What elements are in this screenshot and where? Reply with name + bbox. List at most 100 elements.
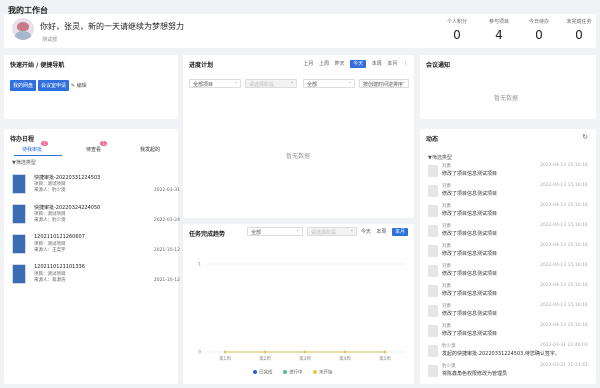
activity-user: 刘勇 [442, 184, 451, 189]
activity-title: 动态 [426, 136, 439, 143]
sort-select[interactable]: 按创建时间逆排序 [359, 79, 409, 88]
activity-item[interactable]: 刘勇修改了项目信息测试项目 2022-04-13 15:16:16 [428, 223, 588, 243]
item-title: 1202110121101336 [34, 264, 85, 270]
activity-item[interactable]: 刘勇修改了项目信息测试项目 2022-04-13 15:16:16 [428, 183, 588, 203]
stat-today-todo[interactable]: 今日待办 0 [518, 18, 560, 42]
period-today[interactable]: 今天 [361, 229, 371, 235]
legend-label: 已完成 [259, 369, 273, 376]
tab-initiated[interactable]: 我发起的 [140, 146, 160, 153]
stat-points[interactable]: 个人积分 0 [436, 18, 478, 42]
edit-button[interactable]: ✎ 编辑 [71, 83, 87, 89]
legend-marker [283, 370, 287, 374]
series-point [343, 350, 347, 354]
item-source: 来源人：王奕宇 [34, 248, 66, 253]
x-tick-label: 第2周 [259, 355, 271, 362]
period-last-month[interactable]: 上月 [303, 61, 313, 67]
tab-to-view[interactable]: 待查看 1 [86, 141, 108, 153]
period-last-week[interactable]: 上周 [319, 61, 329, 67]
avatar[interactable] [12, 18, 34, 40]
item-title: 快捷审批-20220331224503 [34, 175, 101, 181]
activity-item[interactable]: 刘勇 修改了项目信息测试项目 2022-04-13 15:16:16 [428, 323, 588, 343]
period-this-week[interactable]: 本周 [372, 61, 382, 67]
trend-title: 任务完成趋势 [189, 231, 226, 238]
list-item[interactable]: 快捷审批-20220331224503 项目：测试项目 来源人：豹少澳 2022… [10, 174, 188, 200]
activity-time: 2022-04-13 15:16:16 [540, 183, 588, 188]
stage-select[interactable]: 请选择阶段 [245, 79, 297, 88]
activity-item[interactable]: 刘勇 修改了项目信息测试项目 2022-04-13 15:16:16 [428, 163, 588, 183]
activity-item[interactable]: 刘勇 修改了项目信息测试项目 2022-04-13 15:16:16 [428, 303, 588, 323]
project-select[interactable]: 全部 [247, 227, 303, 236]
filter-type[interactable]: ▼筛选类型 [428, 154, 452, 161]
activity-user: 刘勇 [442, 304, 451, 309]
list-item[interactable]: 1202110121260607 项目：测试项目 来源人：王奕宇 2021-10… [10, 234, 188, 260]
edit-label: 编辑 [76, 83, 87, 89]
period-this-week[interactable]: 本周 [376, 229, 386, 235]
activity-time: 2022-04-13 15:16:16 [540, 223, 588, 228]
activity-time: 2022-04-13 15:16:16 [540, 243, 588, 248]
refresh-icon[interactable]: ↻ [582, 133, 588, 141]
activity-text: 修改了项目信息测试项目 [442, 231, 498, 237]
activity-text: 修改了项目信息测试项目 [442, 331, 498, 337]
activity-item[interactable]: 刘勇修改了项目信息测试项目 2022-04-13 15:16:16 [428, 203, 588, 223]
activity-text: 修改了项目信息测试项目 [442, 211, 498, 217]
activity-text: 将陈鑫角色权限修改为管理员 [442, 371, 508, 377]
document-icon [428, 165, 438, 177]
item-date: 2022-03-31 [153, 188, 180, 193]
stat-label: 未完成任务 [566, 19, 592, 25]
status-select[interactable]: 全部 [303, 79, 355, 88]
filter-type[interactable]: ▼筛选类型 [12, 159, 36, 166]
item-title: 快捷审批-20220324224050 [34, 205, 101, 211]
empty-state: 暂无数据 [286, 153, 311, 160]
stat-value: 0 [453, 28, 461, 42]
activity-item[interactable]: 刘勇 修改了项目信息测试项目 2022-04-13 15:16:16 [428, 283, 588, 303]
activity-time: 2022-04-13 15:16:16 [540, 303, 588, 308]
activity-user: 刘勇 [442, 264, 451, 269]
period-this-month[interactable]: 本月 [391, 228, 408, 236]
activity-item[interactable]: 刘勇 修改了项目信息测试项目 2022-04-13 15:16:16 [428, 243, 588, 263]
document-icon [12, 204, 26, 224]
activity-time: 2022-04-13 15:16:16 [540, 203, 588, 208]
x-tick-label: 第4周 [339, 355, 351, 362]
period-yesterday[interactable]: 昨天 [335, 61, 345, 67]
document-icon [12, 264, 26, 284]
tab-pending-approval[interactable]: 待我审批 1 [22, 141, 49, 153]
activity-user: 刘勇 [442, 224, 451, 229]
activity-item[interactable]: 豹少澳 发起的快捷审批-20220331224503,待您确认签字。 2022-03… [428, 343, 588, 363]
meeting-title: 会议通知 [426, 62, 451, 69]
activity-text: 修改了项目信息测试项目 [442, 191, 498, 197]
series-point [383, 350, 387, 354]
document-icon [428, 245, 438, 257]
trend-period-tabs: 今天 本周 本月 [357, 228, 408, 236]
period-today[interactable]: 今天 [350, 60, 367, 68]
period-this-month[interactable]: 本月 [387, 61, 397, 67]
x-tick-label: 第3周 [299, 355, 311, 362]
activity-text: 修改了项目信息测试项目 [442, 271, 498, 277]
document-icon [428, 225, 438, 237]
my-drive-button[interactable]: 我的网盘 [10, 80, 37, 91]
activity-item[interactable]: 豹少澳 将陈鑫角色权限修改为管理员 2022-03-21 11:21:41 [428, 363, 588, 383]
meeting-room-button[interactable]: 会议室申请 [37, 80, 69, 91]
activity-time: 2022-04-13 15:16:16 [540, 263, 588, 268]
stat-unfinished[interactable]: 未完成任务 0 [558, 18, 600, 42]
y-tick-label: 0 [198, 350, 201, 356]
project-select[interactable]: 全部项目 [189, 79, 241, 88]
series-point [303, 350, 307, 354]
greeting-text: 你好，张灵，新的一天请继续为梦想努力 [40, 22, 184, 31]
list-item[interactable]: 快捷审批-20220324224050 项目：测试项目 来源人：豹少澳 2022… [10, 204, 188, 230]
activity-item[interactable]: 刘勇修改了项目信息测试项目 2022-04-13 15:16:16 [428, 263, 588, 283]
item-date: 2021-10-12 [153, 278, 180, 283]
legend-label: 进行中 [289, 369, 303, 376]
document-icon [428, 305, 438, 317]
more-vertical-icon[interactable]: ⋮ [403, 61, 408, 67]
activity-text: 修改了项目信息测试项目 [442, 251, 498, 257]
stage-select[interactable]: 请选择阶段 [307, 227, 357, 236]
activity-user: 刘勇 [442, 284, 451, 289]
activity-user: 刘勇 [442, 204, 451, 209]
trend-card: 任务完成趋势 全部 请选择阶段 今天 本周 本月 0 1 第1周 第2周 第3周 第4周 第… [183, 224, 414, 384]
legend-marker [253, 370, 257, 374]
period-tabs: 上月 上周 昨天 今天 本周 本月 ⋮ [299, 60, 408, 68]
list-item[interactable]: 1202110121101336 项目：测试项目 来源人：蒋源浩 2021-10… [10, 264, 188, 290]
tab-label: 待我审批 [22, 147, 43, 153]
stat-projects[interactable]: 参与项目 4 [478, 18, 520, 42]
document-icon [428, 285, 438, 297]
